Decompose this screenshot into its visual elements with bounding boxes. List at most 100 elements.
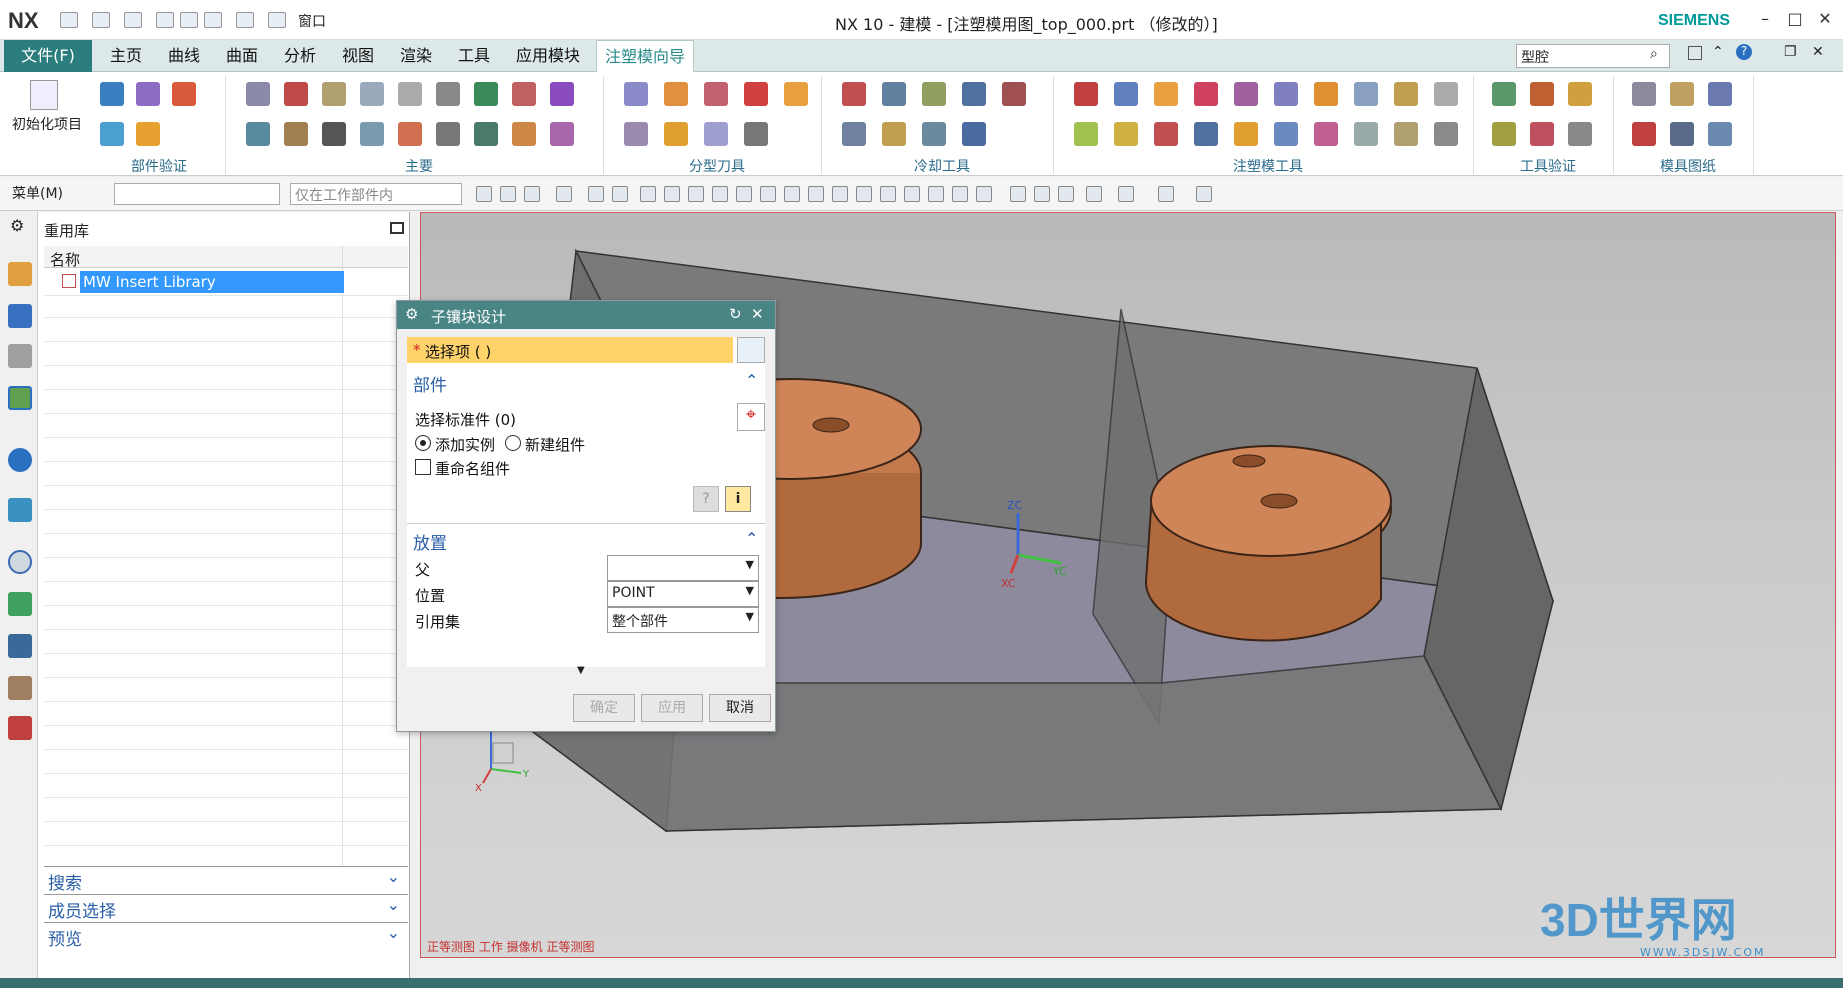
select-body-icon[interactable] [524, 186, 540, 202]
interference-icon[interactable] [1530, 82, 1554, 106]
extend-sheet-icon[interactable] [1274, 82, 1298, 106]
selection-scope-dropdown[interactable]: 仅在工作部件内 [290, 183, 462, 205]
expand-more-icon[interactable]: ▼ [577, 665, 585, 676]
help-icon[interactable]: ? [1736, 44, 1752, 60]
pocket-icon[interactable] [398, 122, 422, 146]
reference-blend-icon[interactable] [1394, 82, 1418, 106]
info-button[interactable]: i [725, 486, 751, 512]
checkbox-rename-component[interactable] [415, 459, 431, 475]
cooling-part-icon[interactable] [922, 122, 946, 146]
undo-icon[interactable] [92, 12, 110, 28]
chevron-down-icon[interactable]: ⌄ [387, 867, 400, 886]
bounded-grid-icon[interactable] [856, 186, 872, 202]
tab-render[interactable]: 渲染 [392, 40, 440, 72]
chevron-up-icon[interactable]: ⌃ [745, 371, 758, 390]
define-cavity-icon[interactable] [784, 82, 808, 106]
extend-face-icon[interactable] [1114, 122, 1138, 146]
select-edge-icon[interactable] [556, 186, 572, 202]
checkbox-rename-label[interactable]: 重命名组件 [435, 458, 510, 479]
parting-surface-icon[interactable] [744, 82, 768, 106]
tree-item-label[interactable]: MW Insert Library [83, 273, 216, 291]
copy-icon[interactable] [180, 12, 198, 28]
part-navigator-icon[interactable] [8, 344, 32, 368]
cancel-button[interactable]: 取消 [709, 694, 771, 722]
tab-home[interactable]: 主页 [102, 40, 150, 72]
constraint-navigator-icon[interactable] [8, 304, 32, 328]
sub-insert-icon[interactable] [550, 82, 574, 106]
create-box-icon[interactable] [1074, 82, 1098, 106]
process-studio-icon[interactable] [8, 634, 32, 658]
section-preview[interactable]: 预览 ⌄ [44, 922, 408, 950]
point-on-face-icon[interactable] [832, 186, 848, 202]
roles-icon[interactable] [8, 716, 32, 740]
chevron-down-icon[interactable]: ⌄ [387, 895, 400, 914]
web-browser-icon[interactable] [8, 498, 32, 522]
section-placement-header[interactable]: 放置 [413, 529, 447, 554]
save-icon[interactable] [60, 12, 78, 28]
gate-icon[interactable] [246, 122, 270, 146]
trade-icon[interactable] [624, 122, 648, 146]
ok-button[interactable]: 确定 [573, 694, 635, 722]
existing-point-icon[interactable] [784, 186, 800, 202]
line-face-icon[interactable] [1074, 122, 1098, 146]
cooling-channel-icon[interactable] [882, 82, 906, 106]
cooling-fitting-icon[interactable] [882, 122, 906, 146]
radio-add-instance[interactable] [415, 435, 431, 451]
arc-center-icon[interactable] [736, 186, 752, 202]
ribbon-options-icon[interactable] [1688, 46, 1702, 60]
control-point-icon[interactable] [688, 186, 704, 202]
zoom-icon[interactable] [1034, 186, 1050, 202]
drawing-template-icon[interactable] [1708, 122, 1732, 146]
design-check-icon[interactable] [1492, 122, 1516, 146]
trim-solid-icon[interactable] [1354, 122, 1378, 146]
hole-table-icon[interactable] [512, 122, 536, 146]
pocket-tool-icon[interactable] [1394, 122, 1418, 146]
tool-validation-more-icon[interactable] [1568, 122, 1592, 146]
minimize-button[interactable]: – [1752, 8, 1778, 30]
manufacturing-wizard-icon[interactable] [8, 676, 32, 700]
search-icon[interactable]: ⌕ [1650, 46, 1658, 62]
pole-icon[interactable] [880, 186, 896, 202]
init-project-label[interactable]: 初始化项目 [12, 114, 82, 134]
split-solid-icon[interactable] [1114, 82, 1138, 106]
bounding-body-icon[interactable] [1194, 122, 1218, 146]
baffle-icon[interactable] [922, 82, 946, 106]
workpiece-icon[interactable] [284, 82, 308, 106]
parent-select[interactable]: ▼ [607, 555, 759, 581]
history-icon[interactable] [8, 550, 32, 574]
close-icon[interactable]: ✕ [751, 305, 764, 323]
chevron-up-icon[interactable]: ⌃ [745, 529, 758, 548]
section-search[interactable]: 搜索 ⌄ [44, 866, 408, 894]
bom-icon[interactable] [436, 122, 460, 146]
command-search-input[interactable]: 型腔 [1516, 44, 1670, 68]
auto-dim-icon[interactable] [1632, 122, 1656, 146]
panel-maximize-icon[interactable] [390, 222, 404, 234]
cavity-layout-icon[interactable] [322, 82, 346, 106]
tab-applications[interactable]: 应用模块 [508, 40, 588, 72]
refset-select[interactable]: 整个部件 ▼ [607, 607, 759, 633]
radio-add-instance-label[interactable]: 添加实例 [435, 434, 495, 455]
tab-mold-wizard[interactable]: 注塑模向导 [596, 40, 695, 72]
mold-check-icon[interactable] [1492, 82, 1516, 106]
snap-all-icon[interactable] [904, 186, 920, 202]
channel-route-icon[interactable] [962, 122, 986, 146]
multi-cavity-icon[interactable] [360, 82, 384, 106]
calc-area-icon[interactable] [1530, 122, 1554, 146]
tangent-icon[interactable] [928, 186, 944, 202]
drawing-icon[interactable] [474, 122, 498, 146]
cut-icon[interactable] [156, 12, 174, 28]
tab-surface[interactable]: 曲面 [218, 40, 266, 72]
cooling-pattern-icon[interactable] [842, 82, 866, 106]
touch-mode-icon[interactable] [236, 12, 254, 28]
mold-base-icon[interactable] [398, 82, 422, 106]
shrink-icon[interactable] [100, 122, 124, 146]
box-select-icon[interactable] [588, 186, 604, 202]
point-on-curve-icon[interactable] [808, 186, 824, 202]
assembly-navigator-icon[interactable] [8, 262, 32, 286]
window-menu[interactable]: 窗口 [298, 11, 326, 31]
fit-view-icon[interactable] [1010, 186, 1026, 202]
menu-button[interactable]: 菜单(M) [12, 183, 63, 203]
unparameterize-icon[interactable] [1234, 122, 1258, 146]
system-materials-icon[interactable] [8, 592, 32, 616]
extend-channel-icon[interactable] [962, 82, 986, 106]
